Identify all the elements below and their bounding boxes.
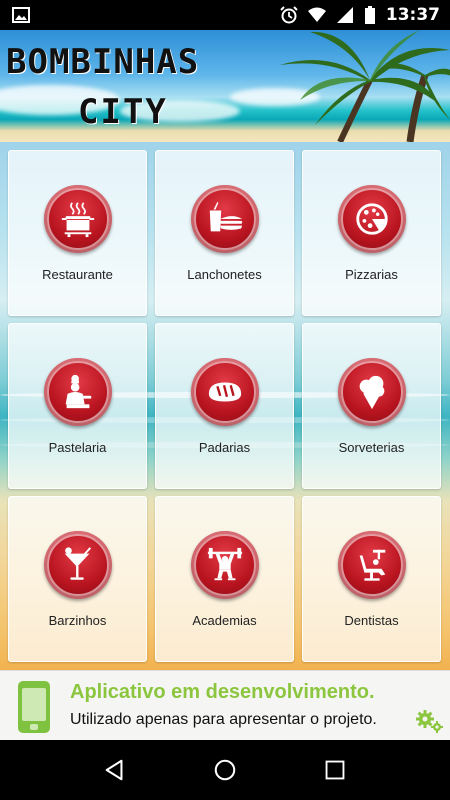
image-icon bbox=[12, 6, 30, 24]
category-label: Dentistas bbox=[344, 613, 399, 628]
bread-icon bbox=[190, 358, 259, 426]
category-grid: Restaurante Lanchonetes Pizzarias Pastel… bbox=[8, 150, 442, 662]
pizza-icon bbox=[337, 185, 406, 253]
gears-icon bbox=[416, 710, 443, 733]
header-banner: BOMBINHAS CITY bbox=[0, 30, 450, 142]
category-tile-padarias[interactable]: Padarias bbox=[155, 323, 294, 489]
dentist-chair-icon bbox=[337, 531, 406, 599]
category-tile-pastelaria[interactable]: Pastelaria bbox=[8, 323, 147, 489]
app-subtitle: CITY bbox=[78, 92, 168, 132]
status-bar: 13:37 bbox=[0, 0, 450, 30]
weightlifting-icon bbox=[190, 531, 259, 599]
category-tile-barzinhos[interactable]: Barzinhos bbox=[8, 496, 147, 662]
fast-food-icon bbox=[190, 185, 259, 253]
app-title: BOMBINHAS bbox=[6, 42, 200, 82]
category-tile-academias[interactable]: Academias bbox=[155, 496, 294, 662]
category-tile-lanchonetes[interactable]: Lanchonetes bbox=[155, 150, 294, 316]
category-tile-restaurante[interactable]: Restaurante bbox=[8, 150, 147, 316]
recent-apps-icon[interactable] bbox=[320, 755, 350, 785]
status-time: 13:37 bbox=[385, 5, 440, 25]
ice-cream-icon bbox=[337, 358, 406, 426]
category-tile-dentistas[interactable]: Dentistas bbox=[302, 496, 441, 662]
category-label: Academias bbox=[192, 613, 257, 628]
back-icon[interactable] bbox=[100, 755, 130, 785]
category-label: Sorveterias bbox=[338, 440, 405, 455]
home-icon[interactable] bbox=[210, 755, 240, 785]
category-tile-sorveterias[interactable]: Sorveterias bbox=[302, 323, 441, 489]
navigation-bar bbox=[0, 740, 450, 800]
banner-title: Aplicativo em desenvolvimento. bbox=[70, 681, 375, 703]
palm-tree-image bbox=[280, 30, 450, 142]
chef-icon bbox=[43, 358, 112, 426]
category-label: Barzinhos bbox=[48, 613, 107, 628]
banner-subtitle: Utilizado apenas para apresentar o proje… bbox=[70, 711, 377, 728]
cocktail-icon bbox=[43, 531, 112, 599]
alarm-icon bbox=[280, 6, 298, 24]
category-label: Pizzarias bbox=[345, 267, 398, 282]
category-tile-pizzarias[interactable]: Pizzarias bbox=[302, 150, 441, 316]
battery-icon bbox=[364, 6, 376, 24]
smartphone-icon bbox=[18, 681, 50, 733]
ad-banner[interactable]: Aplicativo em desenvolvimento. Utilizado… bbox=[0, 670, 450, 740]
category-area: Restaurante Lanchonetes Pizzarias Pastel… bbox=[0, 142, 450, 670]
wifi-icon bbox=[307, 6, 326, 24]
category-label: Restaurante bbox=[42, 267, 113, 282]
category-label: Lanchonetes bbox=[187, 267, 262, 282]
cooking-pot-icon bbox=[43, 185, 112, 253]
signal-icon bbox=[336, 6, 354, 24]
category-label: Padarias bbox=[198, 440, 251, 455]
category-label: Pastelaria bbox=[48, 440, 107, 455]
